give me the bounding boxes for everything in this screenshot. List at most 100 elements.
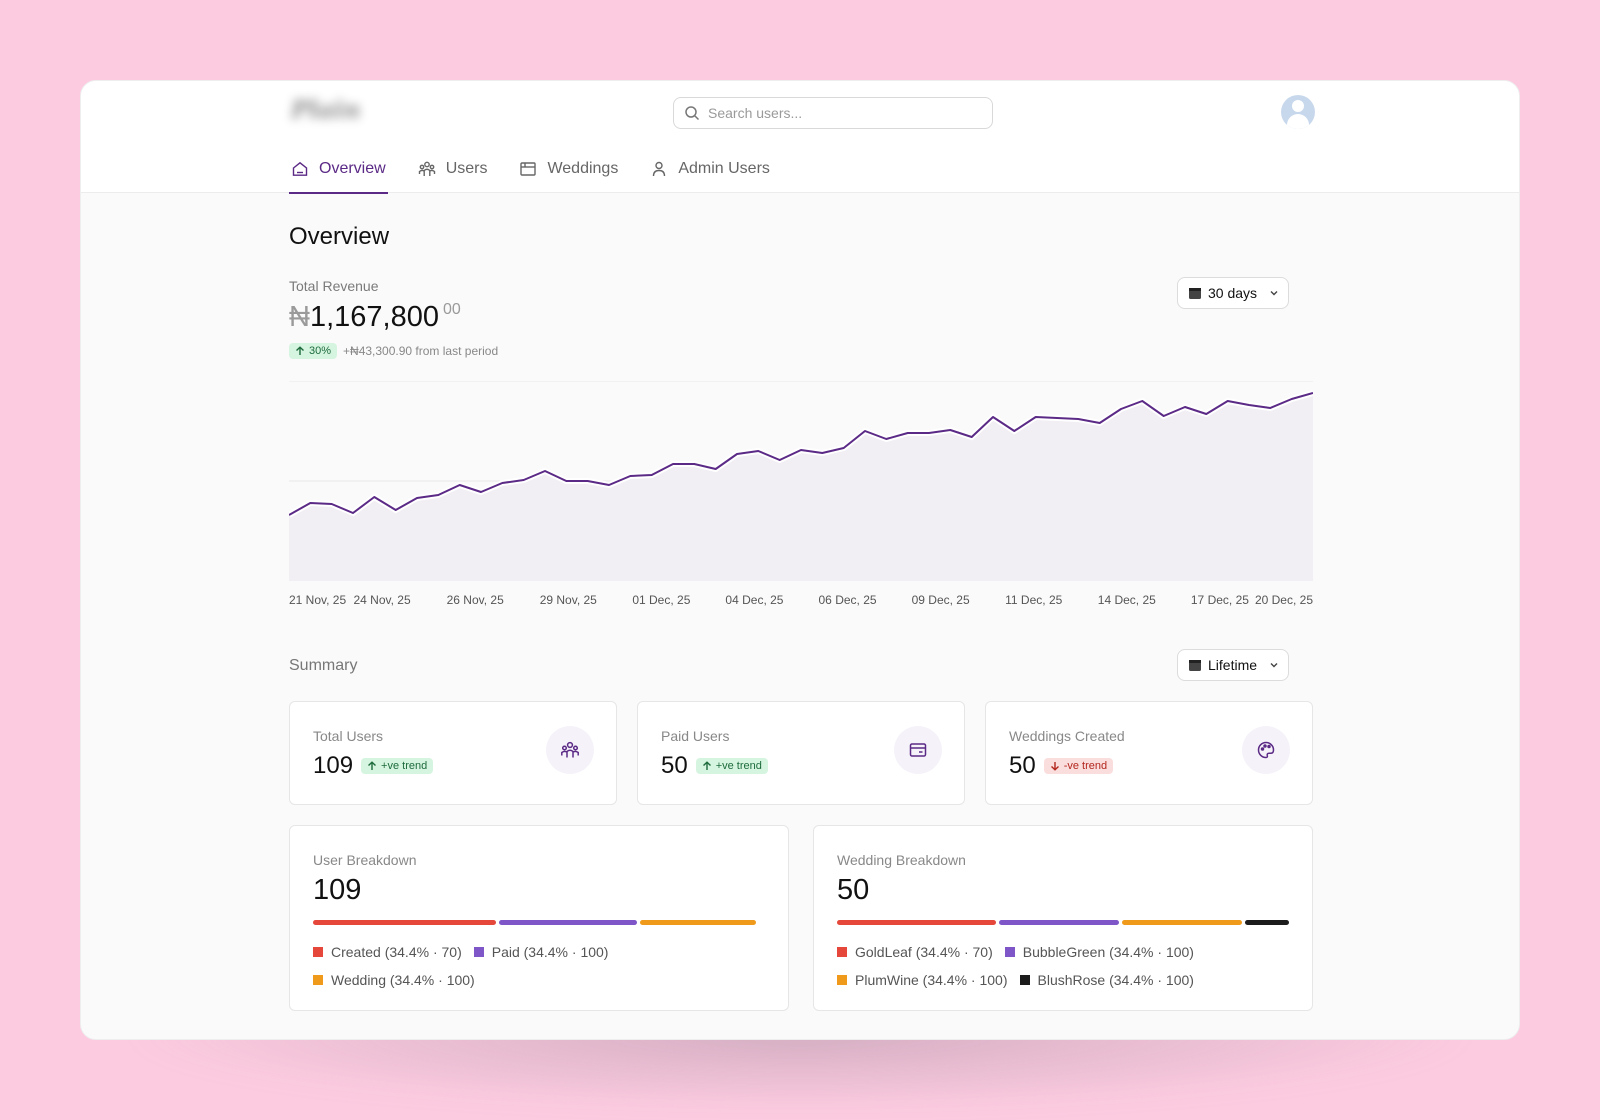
legend-item: BubbleGreen (34.4% · 100) — [1004, 938, 1194, 966]
x-tick-label: 21 Nov, 25 — [289, 593, 347, 607]
x-tick-label: 09 Dec, 25 — [911, 593, 970, 607]
arrow-up-icon — [296, 346, 304, 355]
dropdown-value: 30 days — [1208, 285, 1258, 301]
legend-label: GoldLeaf (34.4% · 70) — [855, 944, 993, 960]
legend-item: Paid (34.4% · 100) — [473, 938, 609, 966]
legend-label: Paid (34.4% · 100) — [491, 944, 609, 960]
chart-area — [289, 393, 1313, 581]
calendar-icon — [520, 162, 537, 176]
calendar-icon — [1189, 660, 1201, 671]
stat-icon — [1242, 726, 1290, 774]
chevron-down-icon — [1270, 663, 1278, 668]
breakdown-segment — [498, 920, 638, 925]
legend-swatch — [313, 947, 323, 957]
dropdown-value: Lifetime — [1208, 657, 1258, 673]
revenue-chart — [289, 381, 1313, 581]
top-bar: Plain Overview Users — [81, 81, 1519, 194]
arrow-down-icon — [1050, 762, 1059, 771]
breakdown-segment — [999, 920, 1120, 925]
legend-item: Created (34.4% · 70) — [313, 938, 462, 966]
avatar[interactable] — [1281, 95, 1315, 129]
x-tick-label: 04 Dec, 25 — [725, 593, 784, 607]
search-input[interactable] — [708, 105, 978, 121]
breakdown-legend: Created (34.4% · 70) Paid (34.4% · 100) We… — [313, 938, 773, 994]
wedding-breakdown-card: Wedding Breakdown 50 GoldLeaf (34.4% · 7… — [813, 825, 1313, 1011]
stat-label: Weddings Created — [1009, 728, 1125, 744]
breakdown-bar — [837, 920, 1289, 925]
legend-swatch — [1019, 975, 1030, 985]
stat-value: 109 — [313, 752, 354, 779]
user-breakdown-card: User Breakdown 109 Created (34.4% · 70) P… — [289, 825, 789, 1011]
legend-swatch — [837, 947, 847, 957]
revenue-label: Total Revenue — [289, 278, 379, 294]
legend-item: Wedding (34.4% · 100) — [313, 966, 475, 994]
breakdown-segment — [837, 920, 997, 925]
tab-admin-users[interactable]: Admin Users — [648, 151, 772, 193]
legend-item: GoldLeaf (34.4% · 70) — [837, 938, 993, 966]
tab-label: Overview — [319, 160, 386, 177]
change-text: +₦43,300.90 from last period — [343, 344, 499, 358]
revenue-amount: ₦1,167,800 00 — [289, 301, 461, 334]
revenue-value: 1,167,800 — [309, 301, 439, 333]
legend-label: Wedding (34.4% · 100) — [331, 972, 475, 988]
breakdown-label: User Breakdown — [313, 852, 417, 868]
legend-item: BlushRose (34.4% · 100) — [1019, 966, 1194, 994]
breakdown-segment — [1122, 920, 1242, 925]
stat-card-total-users: Total Users 109 +ve trend — [289, 701, 617, 805]
stat-label: Total Users — [313, 728, 384, 744]
breakdown-legend: GoldLeaf (34.4% · 70) BubbleGreen (34.4% … — [837, 938, 1297, 994]
brand-logo[interactable]: Plain — [291, 95, 383, 131]
x-tick-label: 20 Dec, 25 — [1254, 593, 1313, 607]
tab-label: Users — [445, 160, 488, 177]
change-badge: 30% — [289, 343, 338, 359]
stat-value: 50 — [661, 752, 688, 779]
legend-swatch — [473, 947, 484, 957]
tab-users[interactable]: Users — [416, 151, 490, 193]
stat-label: Paid Users — [661, 728, 730, 744]
revenue-change: 30% +₦43,300.90 from last period — [289, 343, 498, 359]
search-box[interactable] — [673, 97, 993, 129]
breakdown-total: 50 — [837, 874, 870, 906]
legend-label: PlumWine (34.4% · 100) — [855, 972, 1008, 988]
x-tick-label: 24 Nov, 25 — [353, 593, 411, 607]
x-tick-label: 11 Dec, 25 — [1005, 593, 1063, 607]
palette-icon — [1257, 741, 1275, 759]
chart-x-axis: 21 Nov, 25 24 Nov, 25 26 Nov, 25 29 Nov, 25… — [289, 593, 1313, 609]
calendar-icon — [1189, 288, 1201, 299]
currency-symbol: ₦ — [289, 301, 310, 333]
x-tick-label: 26 Nov, 25 — [446, 593, 504, 607]
trend-badge: +ve trend — [695, 758, 768, 774]
users-icon — [418, 161, 435, 176]
legend-label: Created (34.4% · 70) — [331, 944, 462, 960]
x-tick-label: 17 Dec, 25 — [1190, 593, 1249, 607]
x-tick-label: 01 Dec, 25 — [632, 593, 691, 607]
breakdown-bar — [313, 920, 765, 925]
page-title: Overview — [289, 223, 390, 250]
x-tick-label: 14 Dec, 25 — [1097, 593, 1156, 607]
legend-label: BlushRose (34.4% · 100) — [1037, 972, 1194, 988]
legend-item: PlumWine (34.4% · 100) — [837, 966, 1008, 994]
breakdown-segment — [640, 920, 757, 925]
app-window: Plain Overview Users — [80, 80, 1520, 1040]
breakdown-segment — [313, 920, 496, 925]
tab-overview[interactable]: Overview — [289, 151, 388, 194]
trend-badge: +ve trend — [361, 758, 434, 774]
home-icon — [292, 161, 308, 176]
legend-swatch — [313, 975, 323, 985]
revenue-range-dropdown[interactable]: 30 days — [1177, 277, 1289, 309]
nav-tabs: Overview Users Weddings Admin Users — [289, 151, 800, 194]
legend-swatch — [837, 975, 847, 985]
summary-range-dropdown[interactable]: Lifetime — [1177, 649, 1289, 681]
tab-weddings[interactable]: Weddings — [517, 151, 620, 193]
wallet-icon — [909, 743, 927, 757]
stat-card-weddings-created: Weddings Created 50 -ve trend — [985, 701, 1313, 805]
search-icon — [685, 106, 700, 121]
breakdown-segment — [1244, 920, 1289, 925]
summary-label: Summary — [289, 657, 358, 674]
arrow-up-icon — [702, 761, 711, 770]
stat-icon — [894, 726, 942, 774]
breakdown-total: 109 — [313, 874, 362, 906]
arrow-up-icon — [368, 761, 377, 770]
legend-swatch — [1004, 947, 1015, 957]
breakdown-label: Wedding Breakdown — [837, 852, 966, 868]
